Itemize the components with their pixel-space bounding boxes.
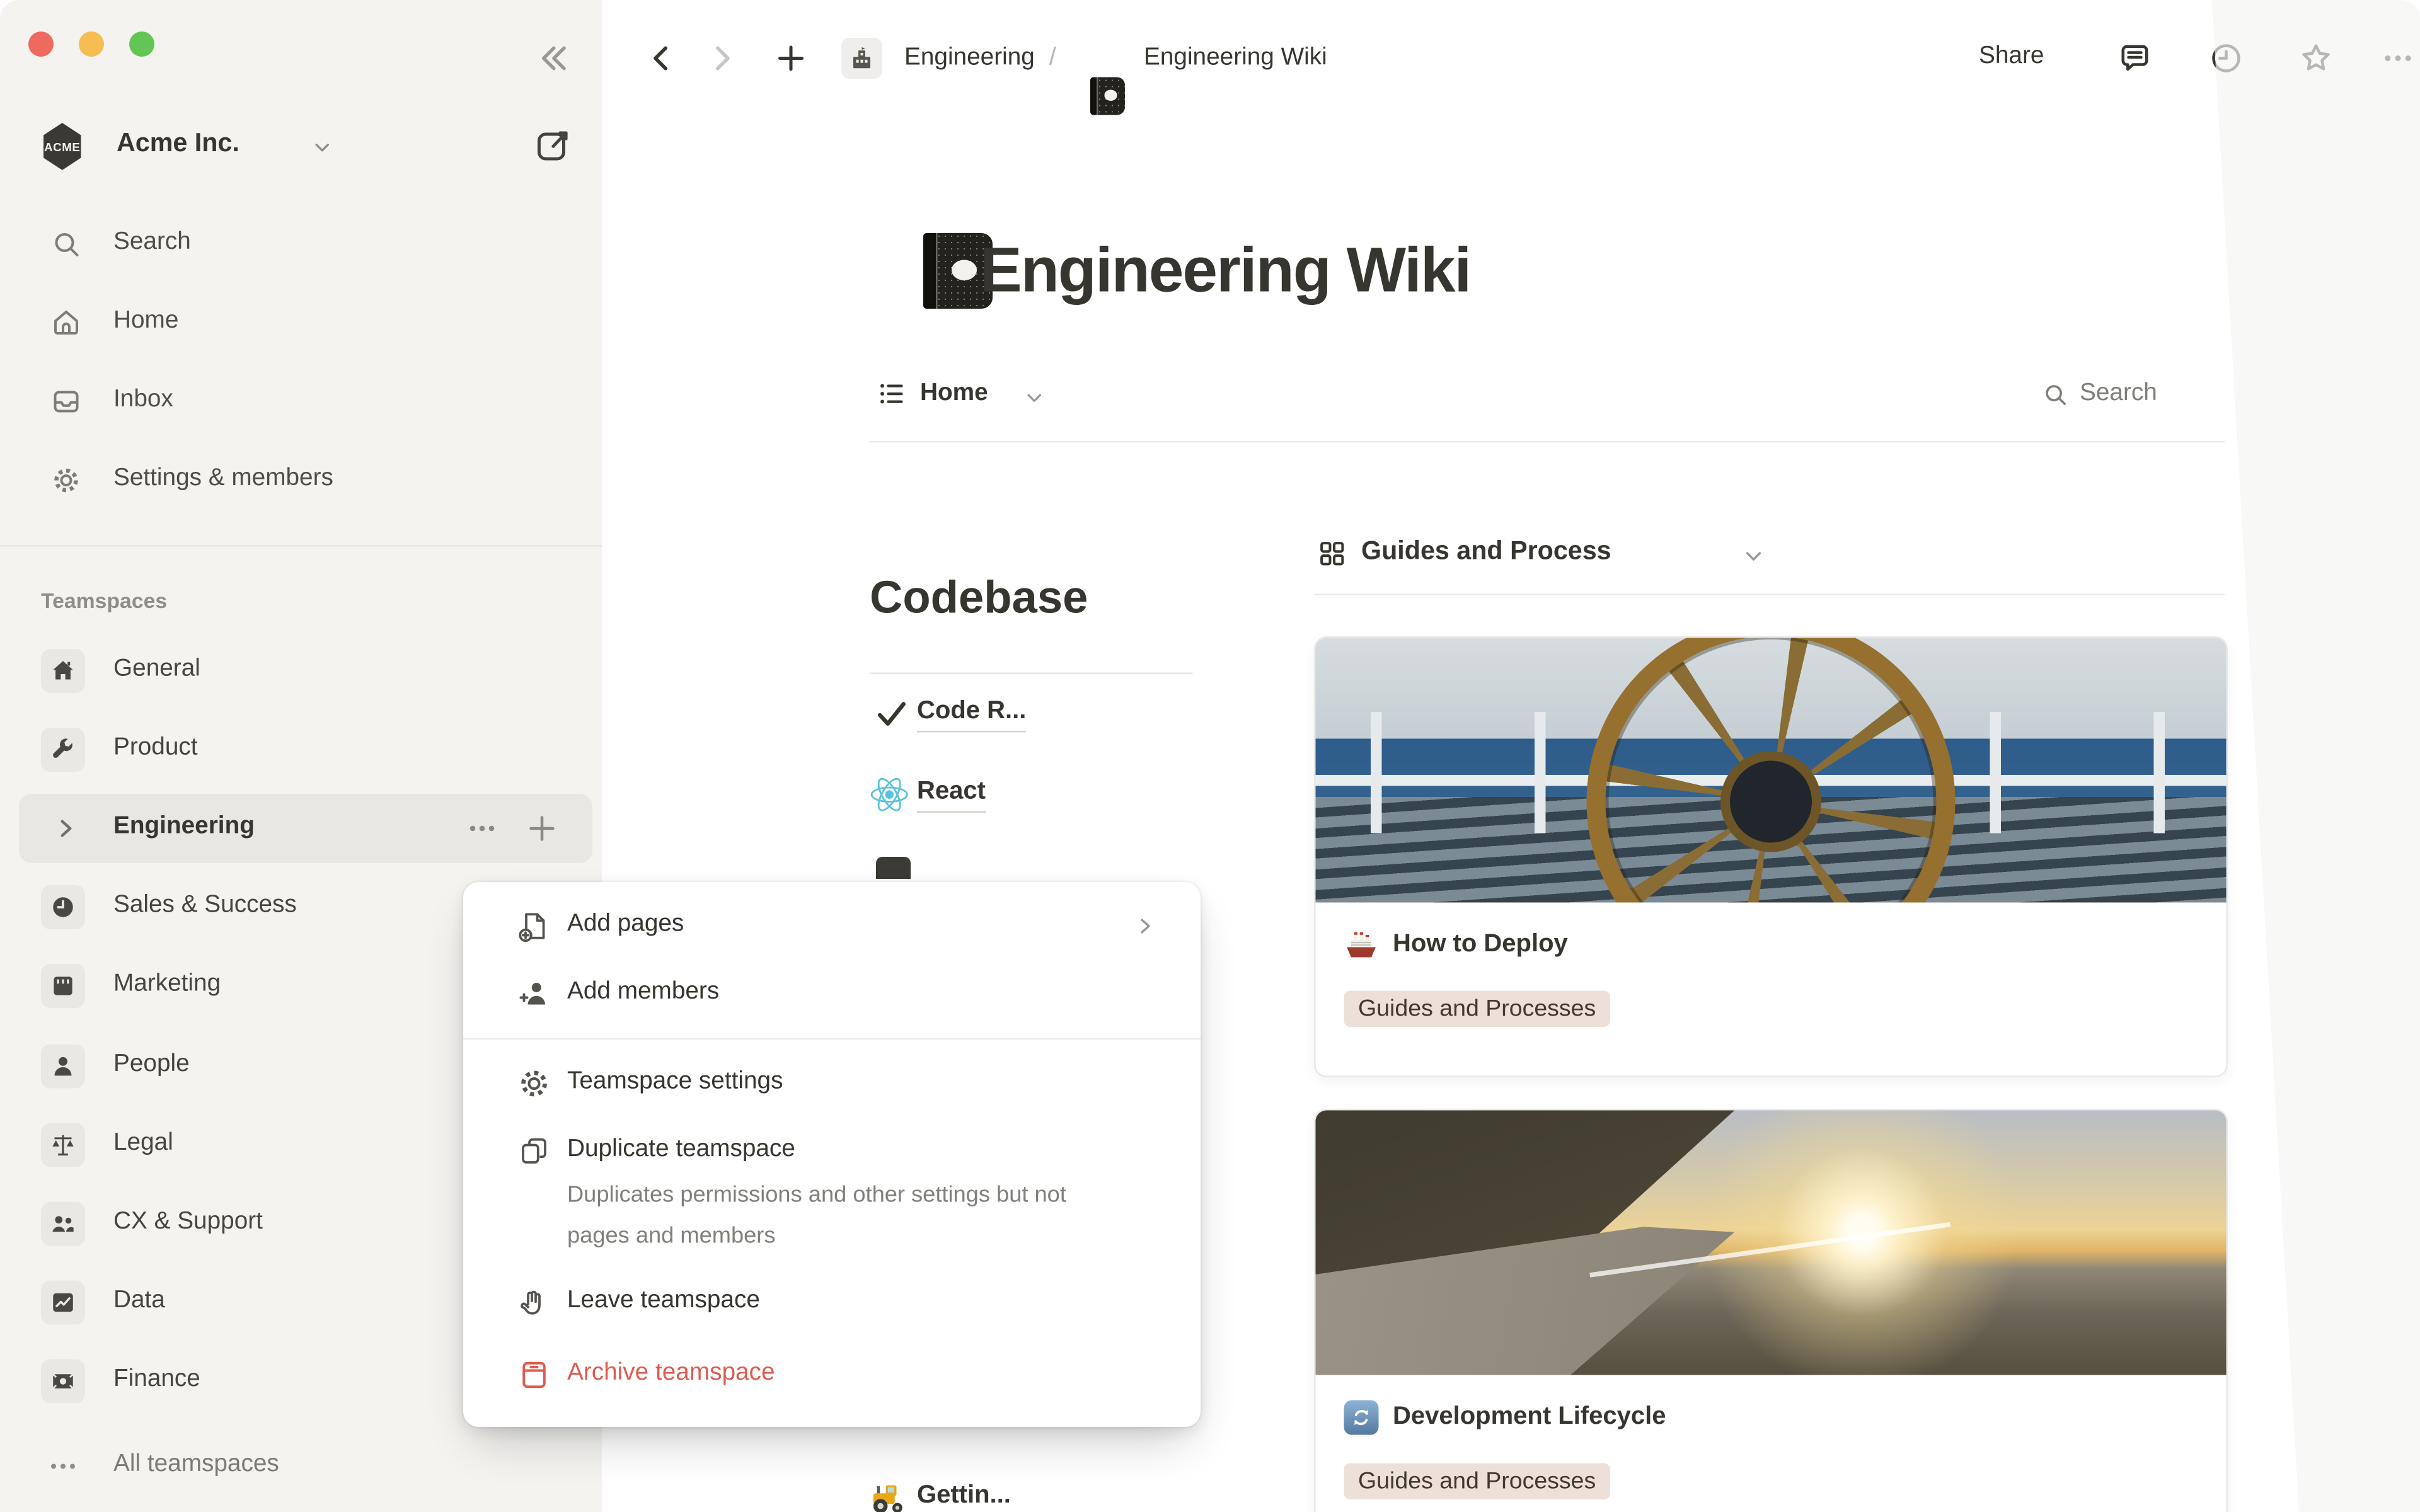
view-search-label[interactable]: Search — [2080, 380, 2157, 408]
gallery-grid-icon — [1317, 539, 1347, 569]
breadcrumb-teamspace[interactable]: Engineering — [904, 44, 1035, 72]
inbox-icon — [50, 386, 82, 418]
add-person-icon — [517, 976, 551, 1011]
duplicate-icon — [517, 1134, 551, 1169]
home-icon — [50, 307, 82, 339]
gallery-divider — [1314, 594, 2225, 596]
house-icon — [41, 649, 85, 693]
clock-icon — [41, 885, 85, 929]
wrench-icon — [41, 728, 85, 772]
tab-home-view[interactable]: Home — [920, 380, 988, 408]
checkmark-icon — [873, 695, 911, 733]
teamspace-more-icon[interactable] — [463, 810, 501, 847]
workspace-name: Acme Inc. — [117, 129, 239, 159]
sidebar-collapse-icon[interactable] — [533, 38, 573, 79]
gear-icon — [517, 1067, 551, 1101]
menu-item-teamspace-settings[interactable]: Teamspace settings — [473, 1051, 1191, 1117]
page-title: Engineering Wiki — [980, 236, 1470, 307]
breadcrumb-separator: / — [1049, 44, 1056, 72]
teamspace-add-icon[interactable] — [523, 810, 561, 847]
search-icon — [50, 229, 82, 260]
sidebar-item-engineering[interactable]: Engineering — [19, 794, 592, 863]
person-icon — [41, 1045, 85, 1089]
sidebar-item-general[interactable]: General — [19, 636, 592, 706]
sidebar-item-search[interactable]: Search — [13, 210, 589, 279]
chevron-down-icon[interactable] — [1743, 545, 1765, 567]
board-icon — [41, 964, 85, 1008]
page-link-getting-started[interactable]: Gettin... — [917, 1482, 1011, 1512]
sidebar-item-product[interactable]: Product — [19, 715, 592, 784]
chevron-down-icon[interactable] — [1024, 387, 1045, 408]
share-button[interactable]: Share — [1979, 43, 2044, 71]
submenu-chevron-icon — [1134, 915, 1156, 937]
teamspaces-section-label: Teamspaces — [41, 589, 167, 613]
card-title: How to Deploy — [1393, 931, 1568, 959]
archive-box-icon — [517, 1358, 551, 1392]
window-close-button[interactable] — [28, 32, 54, 57]
codebase-heading: Codebase — [870, 573, 1088, 626]
menu-item-leave-teamspace[interactable]: Leave teamspace — [473, 1269, 1191, 1336]
more-options-icon[interactable] — [2379, 40, 2417, 77]
chart-icon — [41, 1281, 85, 1325]
comments-icon[interactable] — [2116, 40, 2154, 77]
forward-icon[interactable] — [703, 40, 740, 77]
waving-hand-icon — [517, 1285, 551, 1320]
search-icon[interactable] — [2042, 381, 2069, 408]
add-page-icon — [517, 909, 551, 944]
menu-item-archive-teamspace[interactable]: Archive teamspace — [473, 1342, 1191, 1408]
menu-item-add-pages[interactable]: Add pages — [473, 893, 1191, 959]
react-icon — [868, 774, 911, 816]
dots-icon — [47, 1451, 79, 1482]
ship-icon — [1344, 928, 1379, 963]
page-link-react[interactable]: React — [917, 778, 986, 813]
chevron-right-icon[interactable] — [54, 816, 79, 841]
history-clock-icon[interactable] — [2208, 40, 2245, 77]
gear-icon — [50, 465, 82, 496]
new-page-compose-icon[interactable] — [533, 126, 572, 166]
codebase-divider — [870, 673, 1193, 675]
breadcrumb-teamspace-icon[interactable] — [841, 38, 882, 79]
gallery-heading[interactable]: Guides and Process — [1361, 537, 1611, 568]
add-page-icon[interactable] — [772, 40, 810, 77]
window-minimize-button[interactable] — [79, 32, 104, 57]
breadcrumb-page[interactable]: Engineering Wiki — [1144, 44, 1327, 72]
menu-item-add-members[interactable]: Add members — [473, 961, 1191, 1027]
teamspace-context-menu: Add pages Add members Teamspace settings… — [463, 882, 1201, 1427]
view-bar-divider — [870, 441, 2225, 443]
list-view-icon — [876, 378, 908, 410]
people-icon — [41, 1202, 85, 1246]
card-cover-sunset-road — [1316, 1111, 2227, 1375]
card-tag: Guides and Processes — [1344, 1463, 1610, 1500]
sidebar-divider — [0, 545, 602, 547]
refresh-arrows-icon — [1344, 1400, 1379, 1435]
banknote-icon — [41, 1360, 85, 1404]
workspace-logo: ACME — [41, 123, 84, 170]
workspace-switcher[interactable]: ACME Acme Inc. — [0, 117, 602, 176]
notion-window: ACME Acme Inc. Search Home Inbox Setting… — [0, 0, 2420, 1512]
sidebar-item-inbox[interactable]: Inbox — [13, 367, 589, 437]
card-tag: Guides and Processes — [1344, 991, 1610, 1028]
notebook-icon — [1090, 77, 1125, 115]
duplicate-description: Duplicates permissions and other setting… — [567, 1175, 1071, 1257]
tractor-icon — [868, 1477, 911, 1512]
page-link-code-review[interactable]: Code R... — [917, 698, 1026, 733]
card-title: Development Lifecycle — [1393, 1404, 1666, 1432]
card-how-to-deploy[interactable]: How to Deploy Guides and Processes — [1314, 636, 2228, 1077]
menu-divider — [463, 1038, 1201, 1040]
hidden-page-icon-fragment — [876, 857, 911, 879]
sidebar-item-all-teamspaces[interactable]: All teamspaces — [19, 1432, 592, 1501]
card-development-lifecycle[interactable]: Development Lifecycle Guides and Process… — [1314, 1109, 2228, 1512]
back-icon[interactable] — [643, 40, 681, 77]
scales-icon — [41, 1123, 85, 1167]
chevron-down-icon — [312, 137, 333, 158]
window-zoom-button[interactable] — [129, 32, 154, 57]
sidebar-item-home[interactable]: Home — [13, 289, 589, 358]
card-cover-ship-wheel — [1316, 638, 2227, 903]
star-icon[interactable] — [2297, 40, 2335, 77]
sidebar-item-settings[interactable]: Settings & members — [13, 446, 589, 515]
